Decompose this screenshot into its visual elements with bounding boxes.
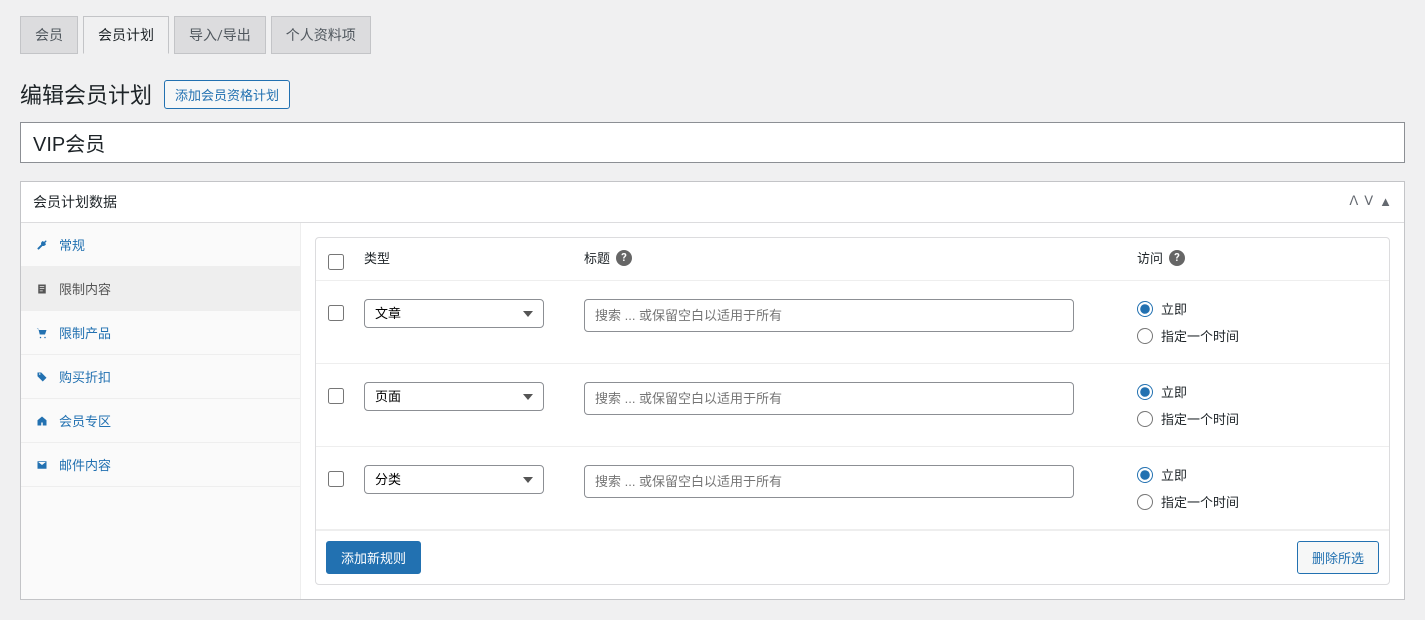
sidebar-item-label: 限制产品 — [59, 323, 111, 342]
access-specify-option[interactable]: 指定一个时间 — [1137, 326, 1381, 345]
col-title-label: 标题 — [584, 248, 610, 267]
tab-plans[interactable]: 会员计划 — [83, 16, 169, 54]
col-access-label: 访问 — [1137, 248, 1163, 267]
title-row: 编辑会员计划 添加会员资格计划 — [20, 78, 1405, 110]
access-specify-label: 指定一个时间 — [1161, 492, 1239, 511]
sidebar-item-members-area[interactable]: 会员专区 — [21, 399, 300, 443]
sidebar-item-discounts[interactable]: 购买折扣 — [21, 355, 300, 399]
title-search-input[interactable] — [584, 465, 1074, 498]
access-immediate-radio[interactable] — [1137, 384, 1153, 400]
tab-import-export[interactable]: 导入/导出 — [174, 16, 266, 54]
access-specify-label: 指定一个时间 — [1161, 326, 1239, 345]
sidebar-item-emails[interactable]: 邮件内容 — [21, 443, 300, 487]
access-immediate-label: 立即 — [1161, 382, 1187, 401]
help-icon[interactable]: ? — [1169, 250, 1185, 266]
delete-selected-button[interactable]: 删除所选 — [1297, 541, 1379, 574]
rules-table: 类型 标题 ? 访问 ? — [315, 237, 1390, 585]
row-checkbox[interactable] — [328, 305, 344, 321]
tab-profile-fields[interactable]: 个人资料项 — [271, 16, 371, 54]
wrench-icon — [35, 238, 49, 252]
rules-footer: 添加新规则 删除所选 — [316, 530, 1389, 584]
type-select[interactable]: 分类 — [364, 465, 544, 494]
sidebar-item-restrict-content[interactable]: 限制内容 — [21, 267, 300, 311]
help-icon[interactable]: ? — [616, 250, 632, 266]
access-specify-option[interactable]: 指定一个时间 — [1137, 492, 1381, 511]
rules-table-head: 类型 标题 ? 访问 ? — [316, 238, 1389, 281]
mail-icon — [35, 458, 49, 472]
access-specify-radio[interactable] — [1137, 411, 1153, 427]
panel-header-actions: ᐱ ᐯ ▲ — [1349, 194, 1392, 210]
title-search-input[interactable] — [584, 382, 1074, 415]
access-specify-radio[interactable] — [1137, 494, 1153, 510]
row-checkbox[interactable] — [328, 471, 344, 487]
cart-icon — [35, 326, 49, 340]
note-icon — [35, 282, 49, 296]
col-type-header: 类型 — [356, 248, 576, 267]
access-immediate-radio[interactable] — [1137, 301, 1153, 317]
sidebar-item-label: 会员专区 — [59, 411, 111, 430]
sidebar-item-label: 购买折扣 — [59, 367, 111, 386]
add-rule-button[interactable]: 添加新规则 — [326, 541, 421, 574]
move-up-icon[interactable]: ᐱ — [1349, 194, 1358, 210]
panel-header: 会员计划数据 ᐱ ᐯ ▲ — [21, 182, 1404, 223]
access-immediate-option[interactable]: 立即 — [1137, 465, 1381, 484]
plan-title-input[interactable] — [20, 122, 1405, 163]
sidebar-item-label: 邮件内容 — [59, 455, 111, 474]
sidebar-item-general[interactable]: 常规 — [21, 223, 300, 267]
panel-title: 会员计划数据 — [33, 192, 117, 212]
select-all-checkbox[interactable] — [328, 254, 344, 270]
collapse-toggle-icon[interactable]: ▲ — [1379, 194, 1392, 210]
access-immediate-option[interactable]: 立即 — [1137, 299, 1381, 318]
sidebar-item-label: 限制内容 — [59, 279, 111, 298]
sidebar-item-restrict-products[interactable]: 限制产品 — [21, 311, 300, 355]
nav-tabs: 会员 会员计划 导入/导出 个人资料项 — [0, 0, 1425, 54]
table-row: 分类 立即 — [316, 447, 1389, 530]
type-select[interactable]: 文章 — [364, 299, 544, 328]
access-immediate-label: 立即 — [1161, 465, 1187, 484]
home-icon — [35, 414, 49, 428]
type-select[interactable]: 页面 — [364, 382, 544, 411]
plan-data-panel: 会员计划数据 ᐱ ᐯ ▲ 常规 限制内容 — [20, 181, 1405, 600]
sidebar-item-label: 常规 — [59, 235, 85, 254]
access-immediate-label: 立即 — [1161, 299, 1187, 318]
row-checkbox[interactable] — [328, 388, 344, 404]
rules-main: 类型 标题 ? 访问 ? — [301, 223, 1404, 599]
add-plan-button[interactable]: 添加会员资格计划 — [164, 80, 290, 109]
panel-sidebar: 常规 限制内容 限制产品 — [21, 223, 301, 599]
table-row: 文章 立即 — [316, 281, 1389, 364]
tag-icon — [35, 370, 49, 384]
page-title: 编辑会员计划 — [20, 78, 152, 110]
table-row: 页面 立即 — [316, 364, 1389, 447]
access-immediate-radio[interactable] — [1137, 467, 1153, 483]
move-down-icon[interactable]: ᐯ — [1364, 194, 1373, 210]
access-specify-radio[interactable] — [1137, 328, 1153, 344]
tab-members[interactable]: 会员 — [20, 16, 78, 54]
col-title-header: 标题 ? — [576, 248, 1129, 267]
access-specify-label: 指定一个时间 — [1161, 409, 1239, 428]
access-specify-option[interactable]: 指定一个时间 — [1137, 409, 1381, 428]
title-search-input[interactable] — [584, 299, 1074, 332]
col-access-header: 访问 ? — [1129, 248, 1389, 267]
access-immediate-option[interactable]: 立即 — [1137, 382, 1381, 401]
